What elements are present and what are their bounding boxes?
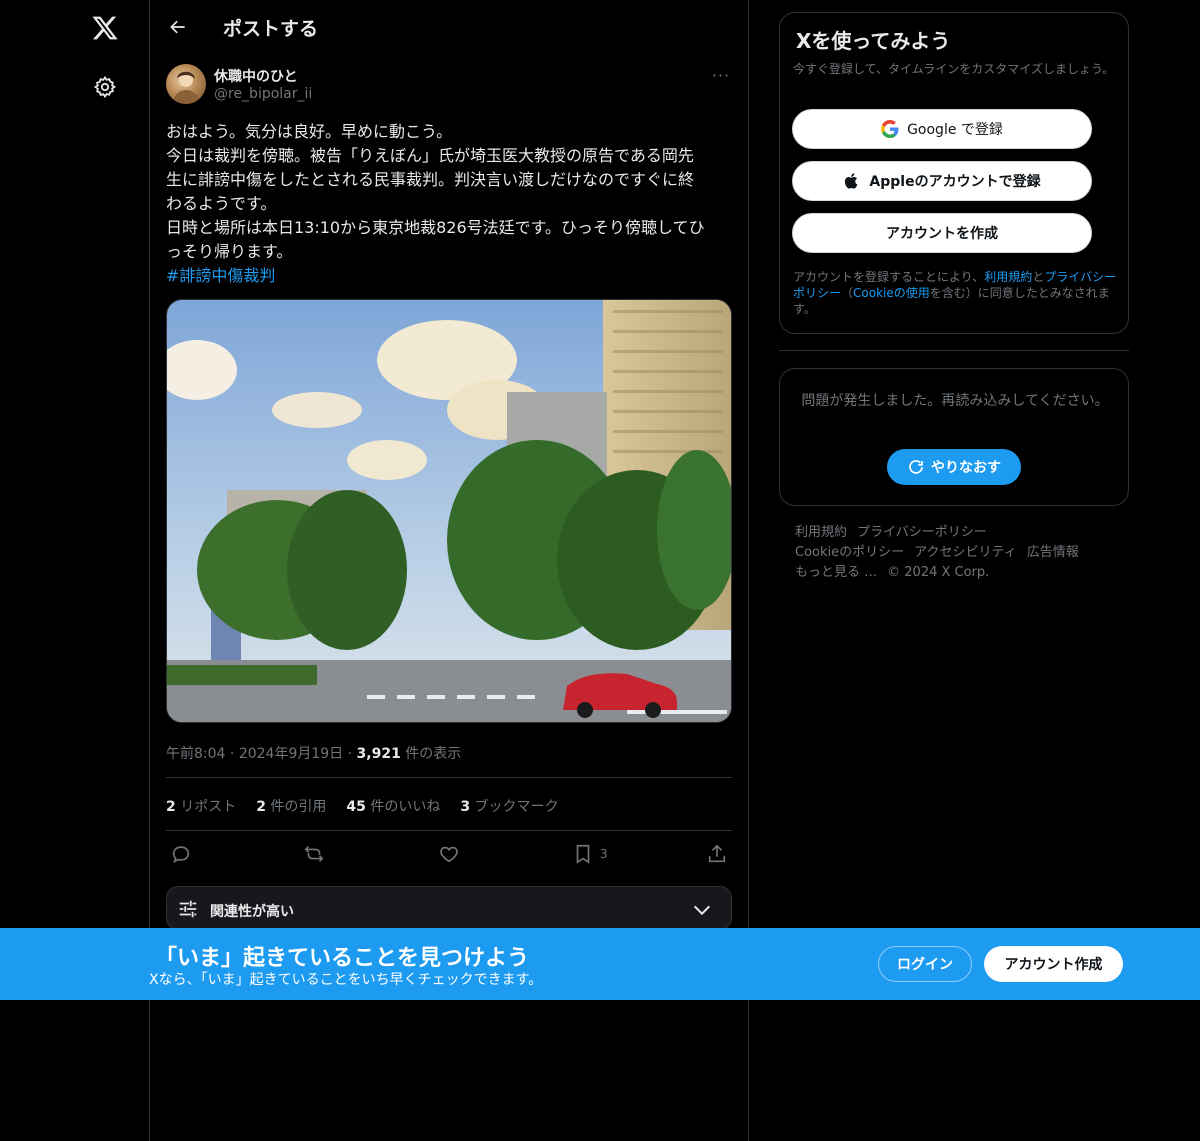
google-signup-button[interactable]: Google で登録 xyxy=(792,109,1092,149)
views-count: 3,921 xyxy=(356,746,401,762)
relevance-label: 関連性が高い xyxy=(210,904,294,920)
footer-link-terms[interactable]: 利用規約 xyxy=(795,525,847,540)
create-account-banner-button[interactable]: アカウント作成 xyxy=(984,946,1123,982)
arrow-left-icon xyxy=(170,20,185,34)
like-button[interactable] xyxy=(438,842,460,866)
avatar[interactable] xyxy=(166,64,206,104)
google-icon xyxy=(881,120,899,138)
page: ポストする 休職中のひと @re_bipolar_ii ··· おはよう。気分は… xyxy=(0,0,1200,1141)
post-stats: 2 リポスト 2 件の引用 45 件のいいね 3 ブックマーク xyxy=(166,796,559,816)
reply-icon xyxy=(172,846,190,863)
relevance-sort-toggle[interactable]: 関連性が高い xyxy=(166,886,732,930)
sliders-icon xyxy=(179,900,197,918)
login-button[interactable]: ログイン xyxy=(878,946,972,982)
create-account-button[interactable]: アカウントを作成 xyxy=(792,213,1092,253)
post-photo[interactable] xyxy=(166,299,732,723)
footer-link-more[interactable]: もっと見る … xyxy=(795,565,877,580)
post-date[interactable]: 2024年9月19日 xyxy=(239,746,343,762)
signup-subtitle: 今すぐ登録して、タイムラインをカスタマイズしましょう。 xyxy=(793,62,1115,76)
share-button[interactable] xyxy=(706,842,728,866)
footer-link-ads[interactable]: 広告情報 xyxy=(1027,545,1079,560)
back-button[interactable] xyxy=(162,11,194,43)
stat-bookmarks[interactable]: 3 ブックマーク xyxy=(460,796,558,816)
gear-icon[interactable] xyxy=(85,67,125,107)
footer-link-privacy[interactable]: プライバシーポリシー xyxy=(857,525,987,540)
terms-link[interactable]: 利用規約 xyxy=(984,270,1032,284)
post-text: おはよう。気分は良好。早めに動こう。 今日は裁判を傍聴。被告「りえぼん」氏が埼玉… xyxy=(166,120,732,288)
post-text-line: 日時と場所は本日13:10から東京地裁826号法廷です。ひっそり傍聴してひ xyxy=(166,218,705,237)
apple-signup-label: Appleのアカウントで登録 xyxy=(869,174,1041,190)
share-icon xyxy=(708,844,726,863)
legal-notice: アカウントを登録することにより、利用規約とプライバシーポリシー（Cookieの使… xyxy=(793,270,1117,316)
divider xyxy=(166,830,732,831)
retry-button[interactable]: やりなおす xyxy=(887,449,1021,485)
post-text-line: っそり帰ります。 xyxy=(166,242,293,261)
cookie-link[interactable]: Cookieの使用 xyxy=(853,286,930,300)
views-label: 件の表示 xyxy=(405,746,462,762)
footer-link-accessibility[interactable]: アクセシビリティ xyxy=(914,545,1017,560)
signup-title: Xを使ってみよう xyxy=(796,29,951,53)
post-time[interactable]: 午前8:04 xyxy=(166,746,225,762)
bookmark-count: 3 xyxy=(600,847,608,861)
divider xyxy=(166,777,732,778)
signup-card: Xを使ってみよう 今すぐ登録して、タイムラインをカスタマイズしましょう。 Goo… xyxy=(779,12,1129,334)
footer-link-cookie[interactable]: Cookieのポリシー xyxy=(795,545,904,560)
sidebar-footer: 利用規約 プライバシーポリシー Cookieのポリシー アクセシビリティ 広告情報 も… xyxy=(795,523,1125,583)
stat-likes[interactable]: 45 件のいいね xyxy=(346,796,440,816)
google-signup-label: Google で登録 xyxy=(907,122,1003,138)
hashtag-link[interactable]: #誹謗中傷裁判 xyxy=(166,264,732,288)
banner-subtitle: Xなら、「いま」起きていることをいち早くチェックできます。 xyxy=(149,972,543,988)
repost-button[interactable] xyxy=(303,842,325,866)
divider xyxy=(779,350,1129,351)
post-text-line: 生に誹謗中傷をしたとされる民事裁判。判決言い渡しだけなのですぐに終 xyxy=(166,170,695,189)
copyright: © 2024 X Corp. xyxy=(887,565,990,580)
login-banner: 「いま」起きていることを見つけよう Xなら、「いま」起きていることをいち早くチェ… xyxy=(0,928,1200,1000)
apple-signup-button[interactable]: Appleのアカウントで登録 xyxy=(792,161,1092,201)
post-text-line: 今日は裁判を傍聴。被告「りえぼん」氏が埼玉医大教授の原告である岡先 xyxy=(166,146,694,165)
error-message: 問題が発生しました。再読み込みしてください。 xyxy=(801,393,1109,409)
chevron-down-icon xyxy=(693,905,711,916)
reply-button[interactable] xyxy=(170,842,192,866)
error-card: 問題が発生しました。再読み込みしてください。 やりなおす xyxy=(779,368,1129,506)
post-text-line: わるようです。 xyxy=(166,194,277,213)
repost-icon xyxy=(304,846,324,862)
apple-icon xyxy=(845,173,858,189)
post-actions: 3 xyxy=(166,842,732,866)
stat-quotes[interactable]: 2 件の引用 xyxy=(256,796,326,816)
page-title: ポストする xyxy=(223,18,319,40)
post-text-line: おはよう。気分は良好。早めに動こう。 xyxy=(166,122,453,141)
author-name[interactable]: 休職中のひと xyxy=(214,66,298,86)
author-handle[interactable]: @re_bipolar_ii xyxy=(214,86,312,102)
retry-label: やりなおす xyxy=(931,460,1001,476)
post-header: ポストする xyxy=(150,0,748,54)
bookmark-icon xyxy=(576,844,590,864)
bookmark-button[interactable]: 3 xyxy=(572,842,608,866)
create-account-label: アカウントを作成 xyxy=(886,226,998,242)
heart-icon xyxy=(440,846,458,863)
banner-title: 「いま」起きていることを見つけよう xyxy=(155,946,530,971)
more-icon[interactable]: ··· xyxy=(706,64,736,86)
stat-reposts[interactable]: 2 リポスト xyxy=(166,796,236,816)
post-metadata: 午前8:04 · 2024年9月19日 · 3,921 件の表示 xyxy=(166,746,462,762)
x-logo-icon[interactable] xyxy=(85,8,125,48)
refresh-icon xyxy=(909,460,923,474)
